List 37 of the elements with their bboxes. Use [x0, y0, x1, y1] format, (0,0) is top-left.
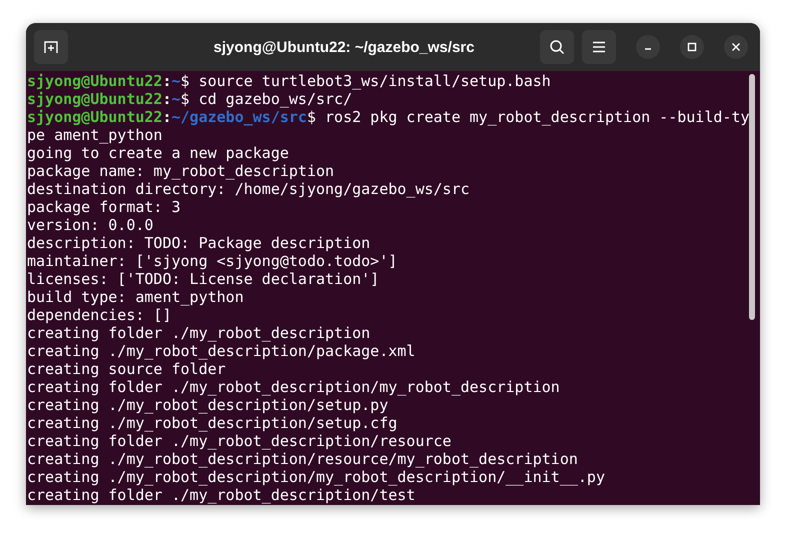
terminal-line: destination directory: /home/sjyong/gazebo_ws/src	[27, 180, 471, 198]
terminal-line: creating folder ./my_robot_description/my_robot_description	[27, 378, 561, 396]
terminal-line: creating ./my_robot_description/my_robot_description/__init__.py	[27, 468, 606, 486]
terminal-line: creating ./my_robot_description/setup.cfg	[27, 414, 398, 432]
terminal-line: dependencies: []	[27, 306, 172, 324]
new-tab-button[interactable]	[34, 30, 68, 64]
search-button[interactable]	[540, 30, 574, 64]
new-tab-icon	[43, 39, 59, 55]
terminal-line: creating source folder	[27, 360, 227, 378]
close-icon	[731, 42, 741, 52]
terminal-line: creating ./my_robot_description/package.xml	[27, 342, 416, 360]
terminal-line: description: TODO: Package description	[27, 234, 372, 252]
terminal-line: creating folder ./my_robot_description/resource	[27, 432, 452, 450]
terminal-line: licenses: ['TODO: License declaration']	[27, 270, 380, 288]
minimize-button[interactable]	[636, 35, 660, 59]
terminal-line: going to create a new package	[27, 144, 290, 162]
search-icon	[549, 39, 565, 55]
terminal-line: creating folder ./my_robot_description	[27, 324, 372, 342]
maximize-button[interactable]	[680, 35, 704, 59]
terminal-line: creating ./my_robot_description/resource/my_robot_description	[27, 450, 579, 468]
terminal-line: pe ament_python	[27, 126, 164, 144]
scrollbar-thumb[interactable]	[749, 74, 756, 320]
terminal-line: package name: my_robot_description	[27, 162, 336, 180]
terminal-line: creating ./my_robot_description/setup.py	[27, 396, 390, 414]
window-title: sjyong@Ubuntu22: ~/gazebo_ws/src	[212, 38, 476, 56]
terminal-line: maintainer: ['sjyong <sjyong@todo.todo>']	[27, 252, 398, 270]
terminal-line: version: 0.0.0	[27, 216, 154, 234]
terminal-line: creating folder ./my_robot_description/test	[27, 486, 416, 504]
terminal-line: sjyong@Ubuntu22:~$ cd gazebo_ws/src/	[27, 90, 354, 108]
terminal-line: sjyong@Ubuntu22:~/gazebo_ws/src$ ros2 pkg create my_robot_description --build-ty	[27, 108, 750, 126]
close-button[interactable]	[724, 35, 748, 59]
menu-button[interactable]	[582, 30, 616, 64]
terminal-line: package format: 3	[27, 198, 182, 216]
terminal-line: sjyong@Ubuntu22:~$ source turtlebot3_ws/install/setup.bash	[27, 72, 552, 90]
maximize-icon	[687, 42, 697, 52]
menu-icon	[591, 39, 607, 55]
terminal-line: build type: ament_python	[27, 288, 245, 306]
